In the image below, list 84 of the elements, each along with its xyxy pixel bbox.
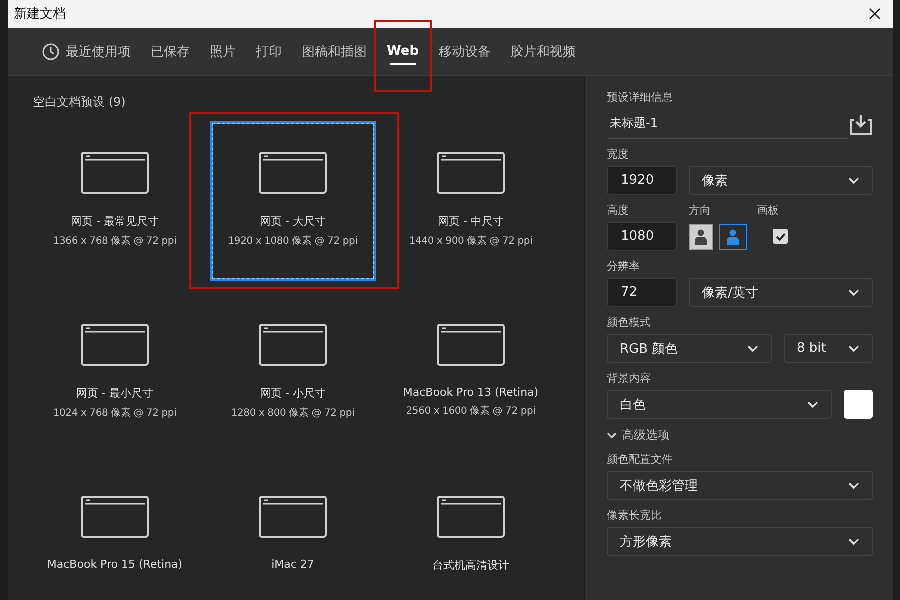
field-label: 颜色配置文件 [607,452,674,467]
field-label: 高度 [607,203,630,218]
tab[interactable]: 打印 [246,28,292,75]
tab[interactable]: 图稿和插图 [292,28,377,75]
field-label: 分辨率 [607,259,641,274]
tab[interactable]: Web [377,28,429,75]
tab[interactable]: 最近使用项 [32,28,141,75]
advanced-options-toggle[interactable]: 高级选项 [607,427,670,444]
chevron-down-icon [848,288,860,296]
window-icon [437,152,505,194]
preset-name: 台式机高清设计 [432,558,510,573]
preset-card[interactable]: 台式机高清设计 [388,465,554,600]
preset-card[interactable]: iMac 27 [210,465,376,600]
chevron-down-icon [848,482,860,490]
unit-dropdown[interactable]: 像素/英寸 [689,278,873,307]
preset-name: iMac 27 [272,558,314,571]
portrait-button[interactable] [689,224,713,250]
window-icon [437,324,505,366]
preset-size: 1366 x 768 像素 @ 72 ppi [53,234,177,248]
window-icon [259,152,327,194]
unit-dropdown[interactable]: 像素 [689,166,873,195]
width-field[interactable]: 1920 [607,166,677,195]
tab[interactable]: 已保存 [141,28,200,75]
preset-name: 网页 - 中尺寸 [438,214,504,229]
preset-size: 1440 x 900 像素 @ 72 ppi [409,234,533,248]
window-icon [437,496,505,538]
clock-icon [42,42,60,60]
field-label: 方向 [689,203,712,218]
field-label: 背景内容 [607,371,652,386]
height-field[interactable]: 1080 [607,222,677,251]
field-label: 颜色模式 [607,315,652,330]
preset-card[interactable]: 网页 - 最小尺寸 1024 x 768 像素 @ 72 ppi [32,293,198,453]
preset-size: 2560 x 1600 像素 @ 72 ppi [406,404,536,418]
section-title: 预设详细信息 [607,90,674,105]
landscape-button[interactable] [719,224,747,250]
preset-name: MacBook Pro 15 (Retina) [47,558,183,571]
window-icon [81,152,149,194]
preset-name: 网页 - 大尺寸 [260,214,326,229]
color-profile-dropdown[interactable]: 不做色彩管理 [607,471,873,500]
preset-name: 网页 - 最小尺寸 [76,386,154,401]
artboard-checkbox[interactable] [773,229,788,244]
tab[interactable]: 移动设备 [429,28,501,75]
preset-name: 网页 - 小尺寸 [260,386,326,401]
pixel-aspect-dropdown[interactable]: 方形像素 [607,527,873,556]
close-icon [869,8,881,20]
preset-card[interactable]: MacBook Pro 15 (Retina) [32,465,198,600]
check-icon [776,232,786,240]
field-label: 画板 [757,203,779,218]
preset-card[interactable]: 网页 - 大尺寸 1920 x 1080 像素 @ 72 ppi [210,121,376,281]
preset-card[interactable]: MacBook Pro 13 (Retina) 2560 x 1600 像素 @ 72 ppi [388,293,554,453]
chevron-down-icon [848,344,860,352]
preset-card[interactable]: 网页 - 中尺寸 1440 x 900 像素 @ 72 ppi [388,121,554,281]
section-title: 空白文档预设 (9) [33,94,127,111]
person-icon [694,228,708,244]
document-name-field[interactable]: 未标题-1 [607,111,849,139]
color-swatch[interactable] [844,390,873,419]
tab[interactable]: 照片 [200,28,246,75]
resolution-field[interactable]: 72 [607,278,677,307]
preset-name: 网页 - 最常见尺寸 [71,214,159,229]
person-icon [726,228,740,244]
chevron-down-icon [807,400,819,408]
chevron-down-icon [848,176,860,184]
preset-name: MacBook Pro 13 (Retina) [403,386,539,399]
color-mode-dropdown[interactable]: RGB 颜色 [607,334,772,363]
preset-size: 1280 x 800 像素 @ 72 ppi [231,406,355,420]
chevron-down-icon [848,538,860,546]
window-icon [81,496,149,538]
save-preset-icon[interactable] [849,114,873,136]
chevron-down-icon [607,432,617,440]
window-title: 新建文档 [14,6,66,23]
preset-size: 1024 x 768 像素 @ 72 ppi [53,406,177,420]
preset-card[interactable]: 网页 - 最常见尺寸 1366 x 768 像素 @ 72 ppi [32,121,198,281]
tab[interactable]: 胶片和视频 [501,28,586,75]
bit-depth-dropdown[interactable]: 8 bit [784,334,873,363]
window-icon [259,324,327,366]
field-label: 像素长宽比 [607,508,663,523]
field-label: 宽度 [607,147,630,162]
preset-card[interactable]: 网页 - 小尺寸 1280 x 800 像素 @ 72 ppi [210,293,376,453]
window-icon [81,324,149,366]
background-dropdown[interactable]: 白色 [607,390,832,419]
preset-size: 1920 x 1080 像素 @ 72 ppi [228,234,358,248]
highlight-frame [374,20,432,92]
window-icon [259,496,327,538]
chevron-down-icon [747,344,759,352]
